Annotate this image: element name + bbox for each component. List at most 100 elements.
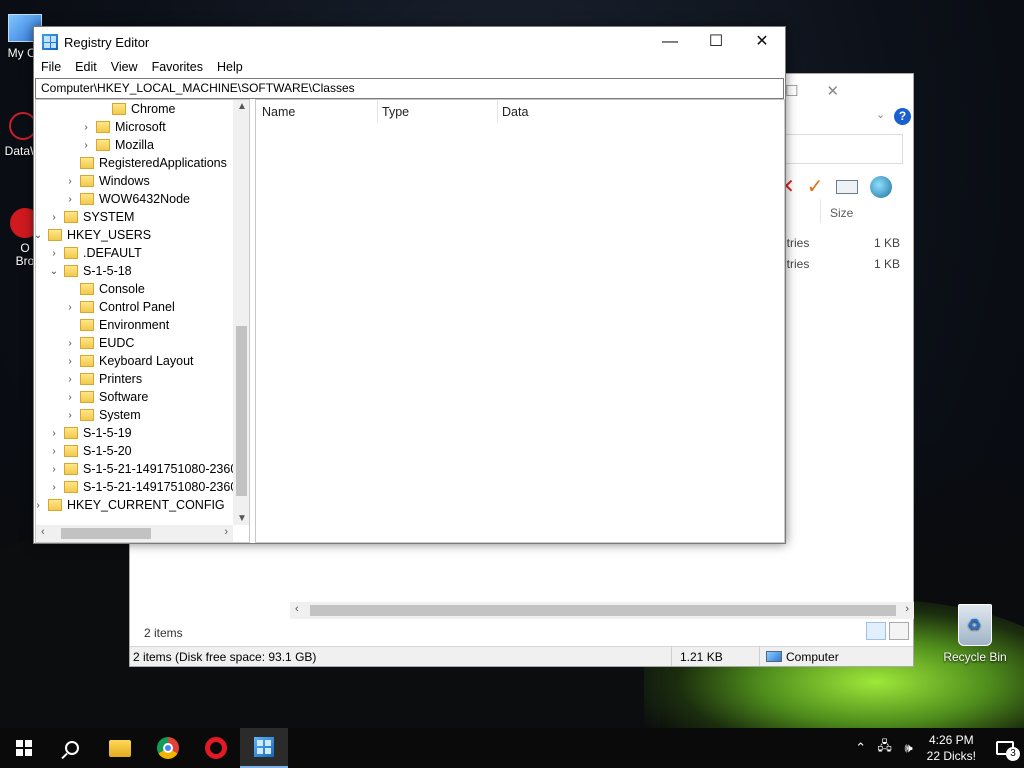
check-icon[interactable]: ✓: [807, 174, 824, 199]
tree-item-software[interactable]: › Software: [64, 388, 148, 406]
tree-item-s-1-5-21-a[interactable]: › S-1-5-21-1491751080-236009: [48, 460, 249, 478]
tree-item-s-1-5-19[interactable]: › S-1-5-19: [48, 424, 131, 442]
maximize-icon[interactable]: ☐: [785, 82, 798, 100]
tree-item-hkey-current-config[interactable]: › HKEY_CURRENT_CONFIG: [36, 496, 224, 514]
registry-values-pane[interactable]: Name Type Data: [255, 99, 785, 543]
expand-toggle-icon[interactable]: ›: [64, 356, 76, 367]
large-icons-view-icon[interactable]: [889, 622, 909, 640]
title-bar[interactable]: Registry Editor — ☐ ✕: [34, 27, 785, 57]
tree-horizontal-scrollbar[interactable]: ‹ ›: [36, 525, 233, 542]
tree-item-eudc[interactable]: › EUDC: [64, 334, 134, 352]
chevron-down-icon[interactable]: ⌄: [876, 108, 885, 121]
expand-toggle-icon[interactable]: ›: [48, 482, 60, 493]
expand-toggle-icon[interactable]: ›: [64, 194, 76, 205]
expand-toggle-icon[interactable]: ›: [64, 338, 76, 349]
expand-toggle-icon[interactable]: ›: [64, 374, 76, 385]
scroll-up-icon[interactable]: ▲: [237, 101, 247, 112]
tree-vertical-scrollbar[interactable]: ▲ ▼: [233, 100, 249, 525]
address-bar[interactable]: Computer\HKEY_LOCAL_MACHINE\SOFTWARE\Cla…: [35, 78, 784, 99]
taskbar-file-explorer[interactable]: [96, 728, 144, 768]
expand-toggle-icon[interactable]: ›: [64, 392, 76, 403]
tree-item-s-1-5-20[interactable]: › S-1-5-20: [48, 442, 131, 460]
menu-view[interactable]: View: [104, 57, 145, 77]
menu-file[interactable]: File: [34, 57, 68, 77]
column-header-size[interactable]: Size: [830, 206, 853, 220]
column-header-type[interactable]: Type: [376, 100, 498, 122]
column-header-data[interactable]: Data: [496, 100, 696, 122]
scrollbar-thumb[interactable]: [61, 528, 151, 539]
details-view-icon[interactable]: [866, 622, 886, 640]
scroll-right-icon[interactable]: ›: [224, 526, 228, 538]
expand-toggle-icon[interactable]: ›: [48, 464, 60, 475]
tree-item-printers[interactable]: › Printers: [64, 370, 142, 388]
expand-toggle-icon[interactable]: ›: [48, 446, 60, 457]
tree-item-system[interactable]: › SYSTEM: [48, 208, 134, 226]
taskbar-opera[interactable]: [192, 728, 240, 768]
scroll-left-icon[interactable]: ‹: [295, 603, 299, 615]
expand-toggle-icon[interactable]: ›: [48, 248, 60, 259]
tree-item-default[interactable]: › .DEFAULT: [48, 244, 141, 262]
expand-toggle-icon[interactable]: ›: [64, 302, 76, 313]
registry-editor-icon: [254, 737, 274, 757]
expand-toggle-icon[interactable]: ›: [64, 410, 76, 421]
menu-favorites[interactable]: Favorites: [145, 57, 210, 77]
minimize-button[interactable]: —: [647, 27, 693, 57]
expand-toggle-icon[interactable]: ›: [48, 428, 60, 439]
tree-item-wow6432node[interactable]: › WOW6432Node: [64, 190, 190, 208]
scroll-down-icon[interactable]: ▼: [237, 513, 247, 524]
search-button[interactable]: [48, 728, 96, 768]
registry-tree-pane[interactable]: Chrome › Microsoft › Mozilla RegisteredApp…: [35, 99, 250, 543]
list-item[interactable]: ntries 1 KB: [780, 236, 900, 250]
chevron-up-icon[interactable]: ⌃: [849, 740, 873, 756]
start-button[interactable]: [0, 728, 48, 768]
explorer-horizontal-scrollbar[interactable]: ‹ ›: [290, 602, 914, 619]
tree-item-registeredapplications[interactable]: RegisteredApplications: [64, 154, 227, 172]
maximize-button[interactable]: ☐: [693, 27, 739, 57]
tree-item-control-panel[interactable]: › Control Panel: [64, 298, 174, 316]
tree-item-chrome[interactable]: Chrome: [96, 100, 175, 118]
close-icon[interactable]: ✕: [826, 82, 839, 100]
volume-icon[interactable]: 🕪: [897, 740, 921, 756]
tree-item-system-user[interactable]: › System: [64, 406, 140, 424]
expand-toggle-icon[interactable]: ›: [64, 176, 76, 187]
menu-edit[interactable]: Edit: [68, 57, 104, 77]
tree-item-environment[interactable]: Environment: [64, 316, 169, 334]
list-item[interactable]: ntries 1 KB: [780, 257, 900, 271]
desktop-icon-recycle-bin[interactable]: Recycle Bin: [940, 604, 1010, 664]
tree-item-keyboard-layout[interactable]: › Keyboard Layout: [64, 352, 193, 370]
folder-icon: [80, 175, 94, 187]
clock[interactable]: 4:26 PM 22 Dicks!: [927, 732, 976, 764]
folder-icon: [96, 139, 110, 151]
expand-toggle-icon[interactable]: ›: [80, 140, 92, 151]
expand-toggle-icon[interactable]: ›: [48, 212, 60, 223]
tree-item-label: Chrome: [131, 102, 176, 116]
close-button[interactable]: ✕: [739, 27, 785, 57]
expand-toggle-icon[interactable]: ›: [80, 122, 92, 133]
taskbar-chrome[interactable]: [144, 728, 192, 768]
tree-item-s-1-5-18[interactable]: ⌄ S-1-5-18: [48, 262, 132, 280]
tree-item-windows[interactable]: › Windows: [64, 172, 149, 190]
expand-toggle-icon[interactable]: ⌄: [36, 230, 44, 241]
chrome-icon: [157, 737, 179, 759]
network-icon[interactable]: 🖧: [873, 737, 897, 759]
action-center-button[interactable]: 3: [986, 728, 1024, 768]
registry-editor-window[interactable]: Registry Editor — ☐ ✕ File Edit View Fav…: [33, 26, 786, 544]
tree-item-s-1-5-21-b[interactable]: › S-1-5-21-1491751080-236009: [48, 478, 249, 496]
scroll-right-icon[interactable]: ›: [905, 603, 909, 615]
tree-item-mozilla[interactable]: › Mozilla: [80, 136, 154, 154]
scrollbar-thumb[interactable]: [236, 326, 247, 496]
tree-item-hkey-users[interactable]: ⌄ HKEY_USERS: [36, 226, 151, 244]
envelope-icon[interactable]: [835, 179, 858, 194]
explorer-search-box[interactable]: [785, 134, 903, 164]
expand-toggle-icon[interactable]: ⌄: [48, 266, 60, 277]
shell-icon[interactable]: [869, 175, 892, 198]
column-header-name[interactable]: Name: [256, 100, 378, 122]
scroll-left-icon[interactable]: ‹: [41, 526, 45, 538]
expand-toggle-icon[interactable]: ›: [36, 500, 44, 511]
tree-item-microsoft[interactable]: › Microsoft: [80, 118, 165, 136]
tree-item-console[interactable]: Console: [64, 280, 145, 298]
menu-help[interactable]: Help: [210, 57, 250, 77]
taskbar-registry-editor[interactable]: [240, 728, 288, 768]
scrollbar-thumb[interactable]: [310, 605, 896, 616]
help-icon[interactable]: ?: [894, 108, 911, 125]
